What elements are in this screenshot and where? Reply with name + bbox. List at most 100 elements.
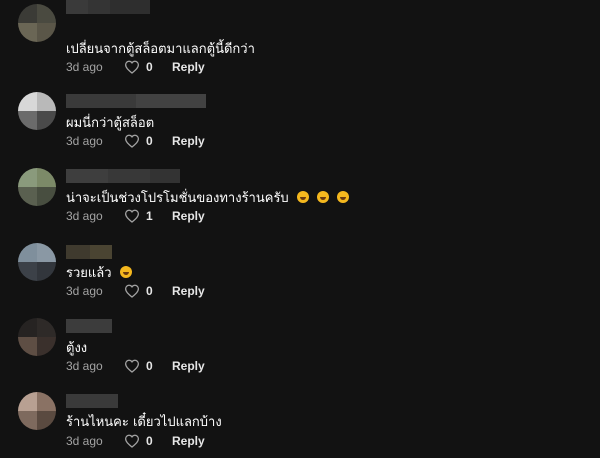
avatar-pixel [37,392,56,411]
like-count: 0 [146,60,153,74]
avatar-pixel [18,111,37,130]
rolling-on-the-floor-laughing-icon [119,266,132,278]
avatar-pixel [37,168,56,187]
blur-block [136,94,206,108]
comment-meta: 3d ago 0 Reply [66,358,205,374]
avatar-pixel [18,4,37,23]
comment-item: ผมนี่กว่าตู้สล็อต 3d ago 0 Reply [0,75,600,150]
comment-time: 3d ago [66,134,103,148]
comment-time: 3d ago [66,359,103,373]
reply-button[interactable]: Reply [172,434,205,448]
face-with-tears-of-joy-icon [337,191,350,203]
username-blurred[interactable] [66,394,118,408]
avatar-pixel [37,92,56,111]
avatar-pixel [37,111,56,130]
reply-button[interactable]: Reply [172,134,205,148]
avatar-pixel [37,23,56,42]
avatar-pixel [37,262,56,281]
comment-item: ร้านไหนคะ เดี๋ยวไปแลกบ้าง 3d ago 0 Reply [0,375,600,450]
username-blurred[interactable] [66,245,112,259]
comment-text-content: ผมนี่กว่าตู้สล็อต [66,116,155,131]
comment-item: เปลี่ยนจากตู้สล็อตมาแลกตู้นี้ดีกว่า 3d a… [0,0,600,75]
comment-time: 3d ago [66,60,103,74]
comment-item: รวยแล้ว 3d ago 0 Reply [0,225,600,300]
face-with-tears-of-joy-icon [296,191,309,203]
comment-text: น่าจะเป็นช่วงโปรโมชั่นของทางร้านครับ [66,187,350,208]
heart-icon[interactable] [124,134,140,148]
comment-time: 3d ago [66,209,103,223]
blur-block [110,0,150,14]
comment-meta: 3d ago 0 Reply [66,133,205,149]
avatar-pixel [18,318,37,337]
avatar-pixel [18,23,37,42]
comment-meta: 3d ago 0 Reply [66,433,205,449]
avatar-pixel [18,92,37,111]
like-count: 1 [146,209,153,223]
blur-block [66,0,88,14]
comment-text: ร้านไหนคะ เดี๋ยวไปแลกบ้าง [66,411,222,432]
heart-icon[interactable] [124,359,140,373]
username-blurred[interactable] [66,319,112,333]
avatar-pixel [37,318,56,337]
heart-icon[interactable] [124,209,140,223]
reply-button[interactable]: Reply [172,209,205,223]
comment-meta: 3d ago 0 Reply [66,283,205,299]
blur-block [88,0,110,14]
like-count: 0 [146,434,153,448]
comment-meta: 3d ago 0 Reply [66,59,205,75]
blur-block [150,169,180,183]
heart-icon[interactable] [124,434,140,448]
face-with-tears-of-joy-icon [316,191,329,203]
like-count: 0 [146,284,153,298]
reply-button[interactable]: Reply [172,359,205,373]
avatar-pixel [37,411,56,430]
like-count: 0 [146,134,153,148]
reply-button[interactable]: Reply [172,284,205,298]
avatar-pixel [18,168,37,187]
avatar-pixel [18,187,37,206]
avatar[interactable] [18,318,56,356]
avatar-pixel [18,411,37,430]
avatar-pixel [18,262,37,281]
blur-block [90,245,112,259]
avatar-pixel [37,4,56,23]
avatar[interactable] [18,168,56,206]
avatar-pixel [18,392,37,411]
comment-item: ตู้งง 3d ago 0 Reply [0,300,600,375]
blur-block [66,394,118,408]
avatar-pixel [18,337,37,356]
reply-button[interactable]: Reply [172,60,205,74]
avatar[interactable] [18,392,56,430]
avatar-pixel [37,337,56,356]
blur-block [66,319,112,333]
comment-text-content: น่าจะเป็นช่วงโปรโมชั่นของทางร้านครับ [66,191,289,206]
comment-meta: 3d ago 1 Reply [66,208,205,224]
comment-time: 3d ago [66,434,103,448]
username-blurred[interactable] [66,169,180,183]
comment-text-content: ตู้งง [66,341,88,356]
username-blurred[interactable] [66,0,150,14]
comment-text: ตู้งง [66,337,87,358]
avatar[interactable] [18,92,56,130]
blur-block [66,94,136,108]
comment-text: ผมนี่กว่าตู้สล็อต [66,112,154,133]
comment-item: น่าจะเป็นช่วงโปรโมชั่นของทางร้านครับ 3d … [0,150,600,225]
comment-text-content: ร้านไหนคะ เดี๋ยวไปแลกบ้าง [66,415,222,430]
comment-text-content: เปลี่ยนจากตู้สล็อตมาแลกตู้นี้ดีกว่า [66,42,255,57]
avatar-pixel [37,187,56,206]
avatar-pixel [37,243,56,262]
comment-text: เปลี่ยนจากตู้สล็อตมาแลกตู้นี้ดีกว่า [66,38,255,59]
comment-text: รวยแล้ว [66,262,132,283]
heart-icon[interactable] [124,284,140,298]
heart-icon[interactable] [124,60,140,74]
comment-time: 3d ago [66,284,103,298]
like-count: 0 [146,359,153,373]
avatar-pixel [18,243,37,262]
blur-block [108,169,150,183]
blur-block [66,169,108,183]
avatar[interactable] [18,243,56,281]
username-blurred[interactable] [66,94,206,108]
comment-text-content: รวยแล้ว [66,266,112,281]
avatar[interactable] [18,4,56,42]
blur-block [66,245,90,259]
